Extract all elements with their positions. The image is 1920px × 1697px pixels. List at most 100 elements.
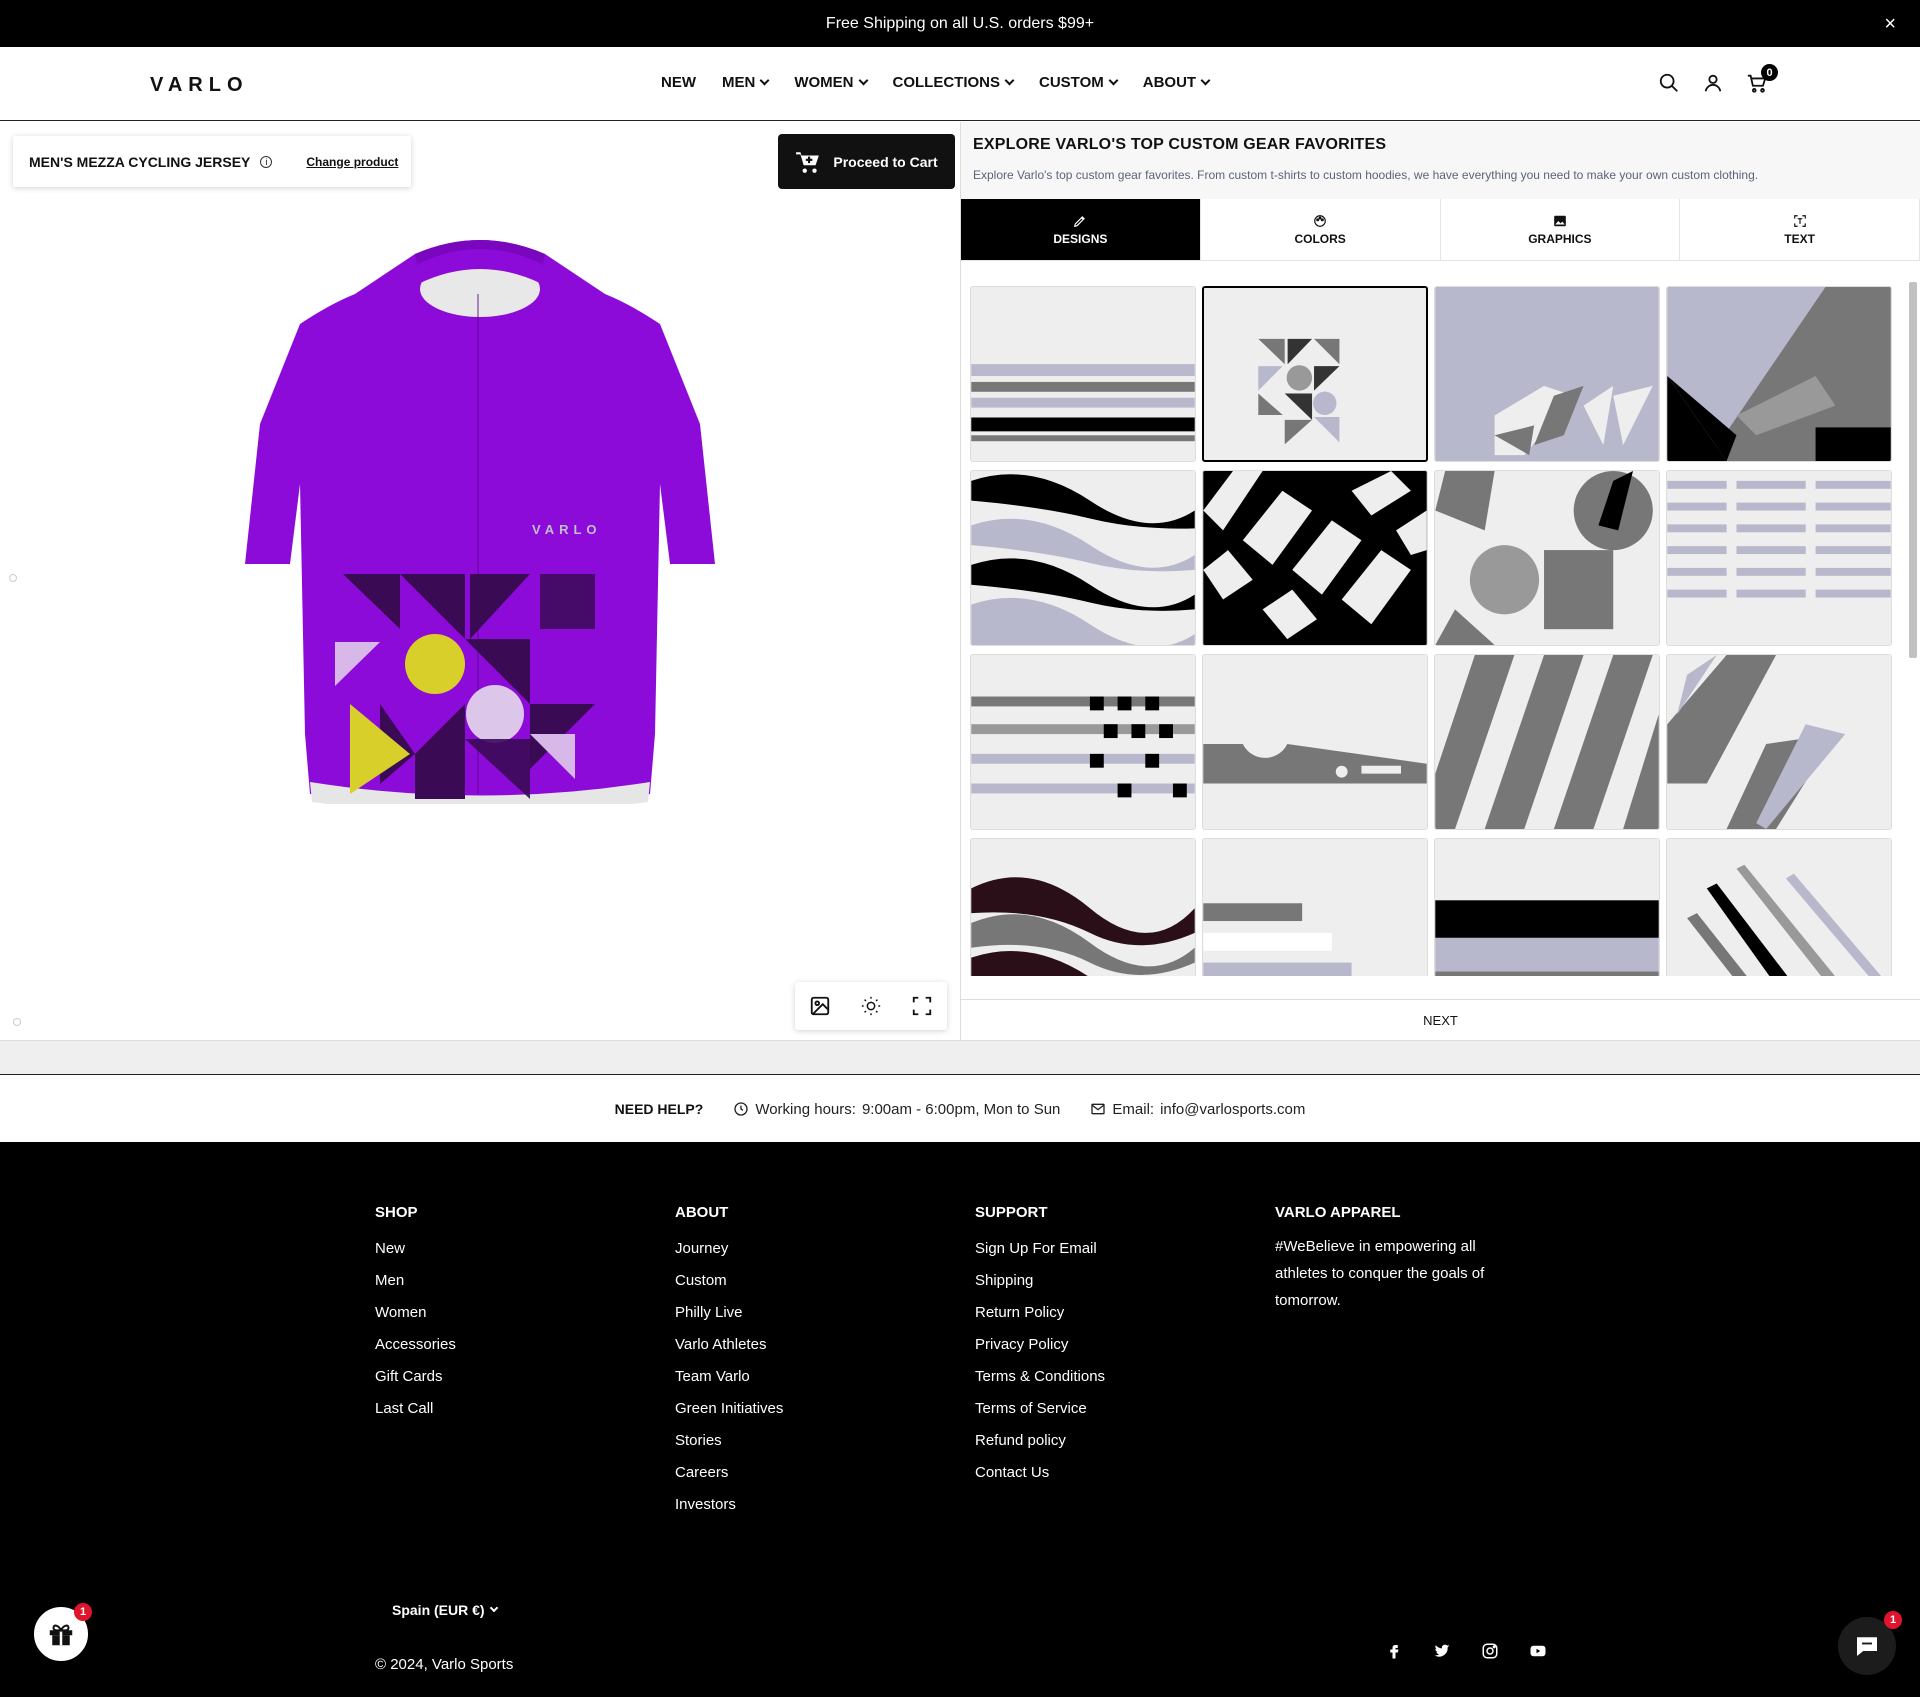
cart-count-badge: 0 xyxy=(1761,64,1778,81)
site-footer: SHOP New Men Women Accessories Gift Card… xyxy=(0,1142,1920,1697)
footer-link[interactable]: Contact Us xyxy=(975,1457,1105,1489)
footer-link[interactable]: Investors xyxy=(675,1489,783,1521)
country-label: Spain (EUR €) xyxy=(392,1602,485,1618)
design-bars-thumb xyxy=(1667,471,1891,645)
footer-link[interactable]: Return Policy xyxy=(975,1297,1105,1329)
footer-link[interactable]: Varlo Athletes xyxy=(675,1329,783,1361)
design-tile-selected[interactable] xyxy=(1202,286,1428,462)
sun-icon[interactable] xyxy=(860,995,882,1017)
next-button[interactable]: NEXT xyxy=(961,999,1920,1040)
design-tile[interactable] xyxy=(1434,838,1660,976)
proceed-to-cart-button[interactable]: Proceed to Cart xyxy=(778,134,955,189)
nav-men-label: MEN xyxy=(722,74,756,91)
tab-designs-label: DESIGNS xyxy=(1053,231,1108,246)
footer-link[interactable]: Refund policy xyxy=(975,1425,1105,1457)
cart-button[interactable]: 0 xyxy=(1746,64,1778,94)
search-icon[interactable] xyxy=(1658,72,1680,94)
twitter-icon[interactable] xyxy=(1433,1642,1451,1660)
jersey-logo: VARLO xyxy=(532,522,602,537)
nav-about-label: ABOUT xyxy=(1142,74,1197,91)
design-tile[interactable] xyxy=(1202,838,1428,976)
change-product-link[interactable]: Change product xyxy=(306,155,398,169)
tab-text-label: TEXT xyxy=(1784,231,1815,246)
design-scrollbar[interactable] xyxy=(1906,264,1920,976)
nav-new[interactable]: NEW xyxy=(661,74,696,91)
footer-link[interactable]: Women xyxy=(375,1297,456,1329)
chevron-down-icon xyxy=(759,75,770,86)
info-icon[interactable]: i xyxy=(260,155,273,168)
tab-graphics[interactable]: GRAPHICS xyxy=(1441,199,1681,260)
tab-colors[interactable]: COLORS xyxy=(1201,199,1441,260)
footer-link[interactable]: Terms of Service xyxy=(975,1393,1105,1425)
site-header: VARLO NEW MEN WOMEN COLLECTIONS CUSTOM A… xyxy=(0,47,1920,121)
design-checker-stripes-thumb xyxy=(971,655,1195,829)
working-hours: Working hours: 9:00am - 6:00pm, Mon to S… xyxy=(733,1101,1060,1118)
footer-link[interactable]: Gift Cards xyxy=(375,1361,456,1393)
footer-link[interactable]: Men xyxy=(375,1265,456,1297)
rotate-handle-left[interactable] xyxy=(9,574,17,582)
product-name: MEN'S MEZZA CYCLING JERSEY xyxy=(29,153,251,170)
footer-link[interactable]: Sign Up For Email xyxy=(975,1233,1105,1265)
design-tile[interactable] xyxy=(1666,838,1892,976)
design-tile[interactable] xyxy=(1434,654,1660,830)
gift-badge: 1 xyxy=(74,1603,92,1621)
footer-link[interactable]: Terms & Conditions xyxy=(975,1361,1105,1393)
nav-collections[interactable]: COLLECTIONS xyxy=(893,74,1015,91)
design-tile[interactable] xyxy=(1434,286,1660,462)
announcement-bar: Free Shipping on all U.S. orders $99+ × xyxy=(0,0,1920,47)
nav-about[interactable]: ABOUT xyxy=(1142,74,1211,91)
account-icon[interactable] xyxy=(1702,72,1724,94)
tab-text[interactable]: TEXT xyxy=(1680,199,1920,260)
footer-link[interactable]: New xyxy=(375,1233,456,1265)
logo[interactable]: VARLO xyxy=(150,74,249,97)
close-icon[interactable]: × xyxy=(1884,13,1896,36)
design-tile[interactable] xyxy=(970,654,1196,830)
chat-button[interactable]: 1 xyxy=(1838,1611,1902,1675)
design-tile[interactable] xyxy=(1434,470,1660,646)
footer-link[interactable]: Accessories xyxy=(375,1329,456,1361)
footer-link[interactable]: Privacy Policy xyxy=(975,1329,1105,1361)
design-tile[interactable] xyxy=(1666,470,1892,646)
design-waves-thumb xyxy=(971,471,1195,645)
rewards-gift-button[interactable]: 1 xyxy=(31,1603,92,1664)
nav-custom[interactable]: CUSTOM xyxy=(1039,74,1119,91)
design-tile[interactable] xyxy=(1666,286,1892,462)
design-tile[interactable] xyxy=(970,286,1196,462)
tab-graphics-label: GRAPHICS xyxy=(1528,231,1592,246)
nav-women[interactable]: WOMEN xyxy=(794,74,868,91)
fullscreen-icon[interactable] xyxy=(911,995,933,1017)
footer-link[interactable]: Journey xyxy=(675,1233,783,1265)
divider-band xyxy=(0,1040,1920,1075)
footer-link[interactable]: Shipping xyxy=(975,1265,1105,1297)
chat-badge: 1 xyxy=(1884,1611,1902,1629)
scroll-thumb[interactable] xyxy=(1909,282,1917,658)
design-tile[interactable] xyxy=(1202,654,1428,830)
design-tile[interactable] xyxy=(970,470,1196,646)
help-email[interactable]: Email: info@varlosports.com xyxy=(1090,1101,1305,1118)
instagram-icon[interactable] xyxy=(1481,1642,1499,1660)
footer-link[interactable]: Careers xyxy=(675,1457,783,1489)
footer-link[interactable]: Stories xyxy=(675,1425,783,1457)
country-selector[interactable]: Spain (EUR €) xyxy=(392,1602,498,1618)
footer-about-title: ABOUT xyxy=(675,1204,729,1221)
chevron-down-icon xyxy=(1004,75,1015,86)
footer-link[interactable]: Philly Live xyxy=(675,1297,783,1329)
facebook-icon[interactable] xyxy=(1385,1642,1403,1660)
tab-designs[interactable]: DESIGNS xyxy=(961,199,1201,260)
footer-link[interactable]: Custom xyxy=(675,1265,783,1297)
design-diagonal-thumb xyxy=(1667,287,1891,461)
footer-link[interactable]: Green Initiatives xyxy=(675,1393,783,1425)
rotate-handle-bottom[interactable] xyxy=(13,1018,21,1026)
jersey-preview[interactable]: VARLO xyxy=(210,234,750,804)
image-icon[interactable] xyxy=(809,995,831,1017)
design-ribbon-thumb xyxy=(971,839,1195,976)
email-value[interactable]: info@varlosports.com xyxy=(1160,1101,1305,1118)
design-shards-thumb xyxy=(1435,287,1659,461)
youtube-icon[interactable] xyxy=(1529,1642,1547,1660)
design-tile[interactable] xyxy=(1202,470,1428,646)
footer-link[interactable]: Last Call xyxy=(375,1393,456,1425)
design-tile[interactable] xyxy=(1666,654,1892,830)
nav-men[interactable]: MEN xyxy=(722,74,770,91)
design-tile[interactable] xyxy=(970,838,1196,976)
footer-link[interactable]: Team Varlo xyxy=(675,1361,783,1393)
